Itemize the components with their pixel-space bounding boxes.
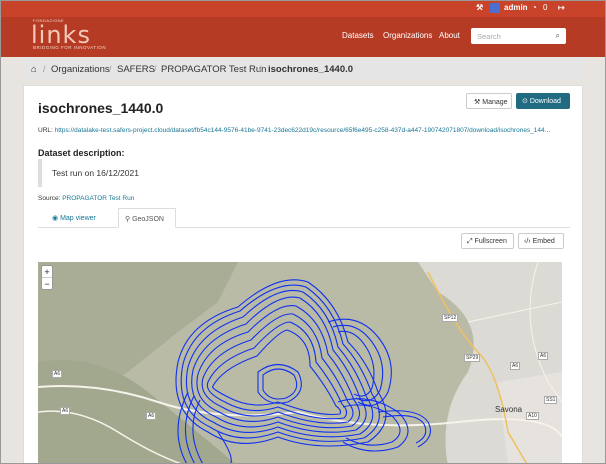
source-label: Source: bbox=[38, 195, 61, 202]
manage-label: Manage bbox=[482, 98, 508, 106]
page-title: isochrones_1440.0 bbox=[38, 100, 164, 116]
road-label: A6 bbox=[538, 352, 549, 360]
manage-button[interactable]: ⚒ Manage bbox=[466, 93, 512, 109]
road-label: A6 bbox=[510, 362, 521, 370]
tab-label: Map viewer bbox=[60, 215, 96, 222]
download-label: Download bbox=[529, 97, 561, 105]
road-label: A6 bbox=[146, 412, 157, 420]
resource-card: isochrones_1440.0 ⚒ Manage ⊙ Download UR… bbox=[23, 85, 583, 463]
globe-icon: ◉ bbox=[52, 215, 61, 222]
breadcrumb-safers[interactable]: SAFERS bbox=[117, 64, 155, 75]
zoom-control: + − bbox=[41, 265, 53, 290]
road-label: SP29 bbox=[464, 354, 481, 362]
road-label: A6 bbox=[52, 370, 63, 378]
account-bar: ⚒ admin ◔ 0 ↦ bbox=[1, 1, 605, 17]
breadcrumb-separator: / bbox=[43, 64, 46, 74]
map-canvas bbox=[38, 262, 562, 463]
description-heading: Dataset description: bbox=[38, 148, 125, 158]
notification-count[interactable]: 0 bbox=[543, 3, 547, 12]
download-icon: ⊙ bbox=[522, 97, 530, 105]
search-icon[interactable]: ⌕ bbox=[556, 31, 560, 41]
code-icon: ‹/› bbox=[524, 237, 533, 245]
map-viewer[interactable]: + − A6 A6 A6 SP12 SP29 A6 A6 A10 SS1 Sav… bbox=[38, 262, 562, 463]
breadcrumb-organizations[interactable]: Organizations bbox=[51, 64, 110, 75]
resource-url: URL: https://datalake-test.safers-projec… bbox=[38, 127, 568, 134]
road-label: SP12 bbox=[442, 314, 459, 322]
logout-icon[interactable]: ↦ bbox=[558, 3, 565, 12]
fullscreen-label: Fullscreen bbox=[474, 237, 507, 245]
wrench-icon: ⚒ bbox=[474, 98, 483, 106]
nav-about[interactable]: About bbox=[439, 31, 460, 40]
fullscreen-button[interactable]: ⤢ Fullscreen bbox=[461, 233, 514, 249]
breadcrumb-separator: / bbox=[259, 64, 262, 74]
username[interactable]: admin bbox=[504, 3, 528, 12]
download-button[interactable]: ⊙ Download bbox=[516, 93, 570, 109]
zoom-in-button[interactable]: + bbox=[42, 266, 52, 278]
source-line: Source: PROPAGATOR Test Run bbox=[38, 195, 134, 202]
breadcrumb-current: isochrones_1440.0 bbox=[268, 64, 354, 75]
road-label: SS1 bbox=[544, 396, 558, 404]
tab-label: GeoJSON bbox=[132, 216, 164, 223]
browser-frame: ⚒ admin ◔ 0 ↦ FONDAZIONE links BRIDGING … bbox=[0, 0, 606, 464]
search-placeholder: Search bbox=[477, 31, 501, 41]
view-tabs: ◉ Map viewer ⚲ GeoJSON bbox=[38, 208, 570, 228]
home-icon[interactable]: ⌂ bbox=[31, 64, 37, 75]
tab-geojson[interactable]: ⚲ GeoJSON bbox=[118, 208, 176, 228]
fullscreen-icon: ⤢ bbox=[467, 237, 475, 245]
description-text: Test run on 16/12/2021 bbox=[38, 159, 188, 187]
breadcrumb-separator: / bbox=[109, 64, 112, 74]
search-input[interactable]: Search ⌕ bbox=[471, 28, 566, 44]
source-link[interactable]: PROPAGATOR Test Run bbox=[62, 195, 134, 202]
url-label: URL: bbox=[38, 127, 53, 134]
zoom-out-button[interactable]: − bbox=[42, 278, 52, 290]
nav-datasets[interactable]: Datasets bbox=[342, 31, 374, 40]
avatar[interactable] bbox=[490, 3, 500, 13]
embed-label: Embed bbox=[532, 237, 555, 245]
tab-map-viewer[interactable]: ◉ Map viewer bbox=[46, 208, 114, 228]
nav-organizations[interactable]: Organizations bbox=[383, 31, 432, 40]
breadcrumb-separator: / bbox=[154, 64, 157, 74]
url-link[interactable]: https://datalake-test.safers-project.clo… bbox=[55, 127, 550, 134]
city-label: Savona bbox=[495, 405, 523, 414]
embed-button[interactable]: ‹/› Embed bbox=[518, 233, 564, 249]
breadcrumb-dataset[interactable]: PROPAGATOR Test Run bbox=[161, 64, 266, 75]
breadcrumb: ⌂ / Organizations / SAFERS / PROPAGATOR … bbox=[23, 58, 583, 80]
road-label: A6 bbox=[60, 407, 71, 415]
wrench-icon[interactable]: ⚒ bbox=[476, 3, 483, 12]
logo-tagline: BRIDGING FOR INNOVATION bbox=[33, 45, 107, 50]
road-label: A10 bbox=[526, 412, 539, 420]
dashboard-icon[interactable]: ◔ bbox=[532, 3, 537, 12]
